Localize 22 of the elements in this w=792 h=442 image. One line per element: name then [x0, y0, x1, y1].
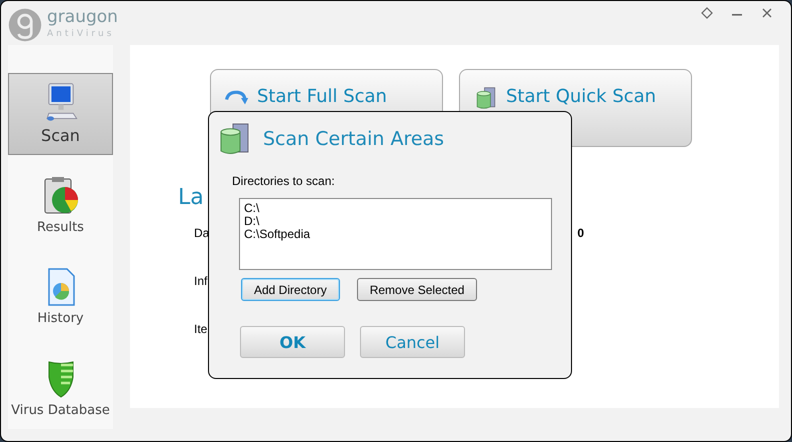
restore-icon[interactable]: [701, 7, 713, 19]
directory-item[interactable]: D:\: [244, 215, 547, 228]
dialog-button[interactable]: Add Directory: [241, 278, 340, 301]
dialog-title: Scan Certain Areas: [263, 128, 444, 150]
sidebar-item[interactable]: Scan: [8, 73, 113, 154]
dialog-button[interactable]: Remove Selected: [356, 278, 478, 301]
sidebar-item[interactable]: Virus Database: [8, 348, 113, 429]
app-name: graugon: [47, 7, 118, 27]
sidebar-item[interactable]: Results: [8, 164, 113, 246]
section-heading: La: [178, 185, 204, 210]
sidebar-item[interactable]: History: [8, 256, 113, 338]
field-value: 0: [577, 226, 584, 242]
field-label: Inf: [194, 274, 208, 290]
list-label: Directories to scan:: [232, 174, 336, 188]
directory-item[interactable]: C:\: [244, 202, 547, 215]
field-label: Ite: [194, 322, 208, 338]
logo-icon: [7, 7, 43, 43]
close-icon[interactable]: [761, 7, 773, 19]
directory-list[interactable]: C:\ D:\ C:\Softpedia: [239, 198, 552, 270]
directory-item[interactable]: C:\Softpedia: [244, 228, 547, 241]
app-subtitle: AntiVirus: [47, 28, 116, 41]
database-icon: [474, 87, 498, 109]
